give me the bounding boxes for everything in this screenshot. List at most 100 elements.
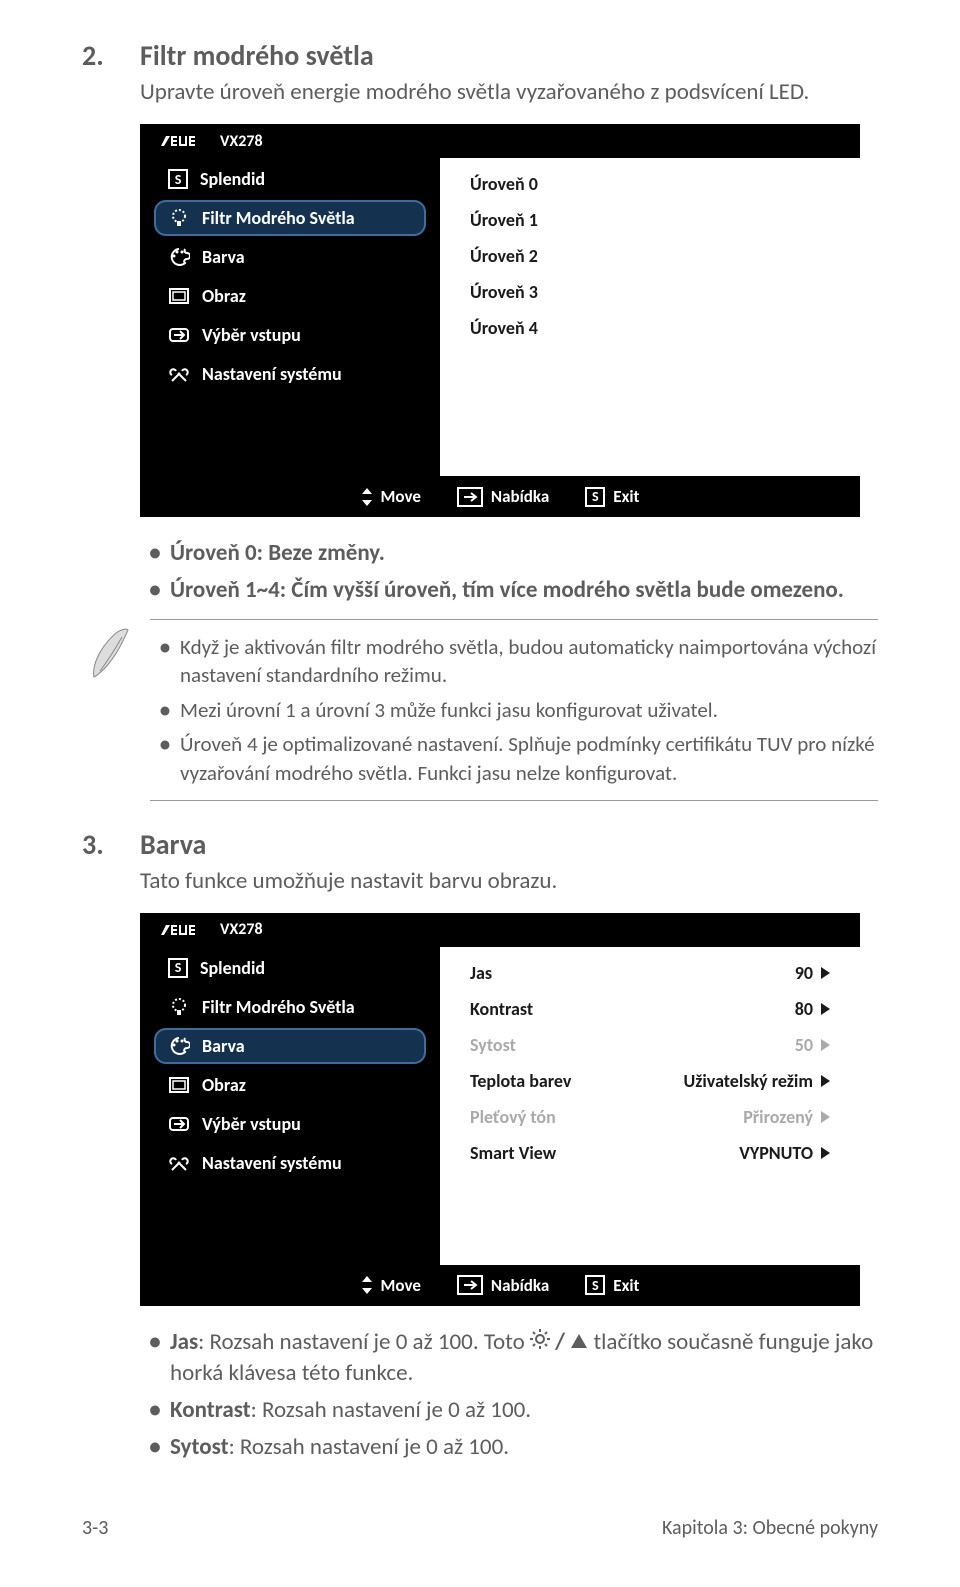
chevron-right-icon	[821, 1039, 830, 1051]
section-desc: Tato funkce umožňuje nastavit barvu obra…	[140, 866, 878, 897]
osd-option-row: Úroveň 2	[448, 238, 852, 274]
chevron-right-icon	[821, 1075, 830, 1087]
palette-icon	[168, 1035, 190, 1057]
footer-menu: Nabídka	[491, 486, 549, 507]
menu-item-label: Nastavení systému	[202, 363, 342, 385]
bullet-text: Jas: Rozsah nastavení je 0 až 100. Toto …	[170, 1327, 878, 1389]
option-value: 80	[795, 998, 813, 1020]
bullet-text: Úroveň 1~4: Čím vyšší úroveň, tím více m…	[170, 575, 878, 606]
osd-option-row: Smart ViewVYPNUTO	[448, 1135, 852, 1171]
option-label: Úroveň 2	[470, 245, 830, 267]
tools-icon	[168, 1152, 190, 1174]
note-bullet: Mezi úrovní 1 a úrovní 3 může funkci jas…	[180, 696, 878, 724]
bullet-text: Úroveň 0: Beze změny.	[170, 538, 878, 569]
osd-option-row: Jas90	[448, 955, 852, 991]
option-label: Úroveň 3	[470, 281, 830, 303]
option-label: Pleťový tón	[470, 1106, 743, 1128]
option-value: Přirozený	[743, 1106, 813, 1128]
option-value: VYPNUTO	[739, 1142, 813, 1164]
chevron-right-icon	[821, 967, 830, 979]
color-description-list: • Jas: Rozsah nastavení je 0 až 100. Tot…	[140, 1324, 878, 1466]
input-icon	[168, 1113, 190, 1135]
note-block: •Když je aktivován filtr modrého světla,…	[86, 619, 878, 801]
osd-model: VX278	[220, 132, 263, 151]
section-number: 2.	[82, 38, 112, 73]
osd-menu-item: Filtr Modrého Světla	[154, 989, 426, 1025]
menu-item-label: Výběr vstupu	[202, 1113, 301, 1135]
osd-menu: SSplendidFiltr Modrého SvětlaBarvaObrazV…	[140, 947, 440, 1265]
osd-header: VX278	[140, 124, 860, 158]
note-bullet: Když je aktivován filtr modrého světla, …	[180, 633, 878, 690]
osd-footer: Move Nabídka S Exit	[140, 476, 860, 517]
osd-footer: Move Nabídka S Exit	[140, 1265, 860, 1306]
option-label: Úroveň 0	[470, 173, 830, 195]
osd-option-row: Úroveň 1	[448, 202, 852, 238]
section-2-header: 2. Filtr modrého světla	[82, 38, 878, 73]
osd-option-row: Úroveň 3	[448, 274, 852, 310]
up-triangle-icon	[570, 1333, 588, 1349]
footer-menu: Nabídka	[491, 1275, 549, 1296]
osd-menu-item: SSplendid	[154, 161, 426, 197]
s-icon: S	[168, 958, 188, 978]
palette-icon	[168, 246, 190, 268]
page-number: 3-3	[82, 1516, 108, 1540]
note-bullet: Úroveň 4 je optimalizované nastavení. Sp…	[180, 730, 878, 787]
osd-option-row: Úroveň 0	[448, 166, 852, 202]
bulb-icon	[168, 996, 190, 1018]
osd-menu-item: Výběr vstupu	[154, 317, 426, 353]
image-icon	[168, 1074, 190, 1096]
osd-options: Jas90Kontrast80Sytost50Teplota barevUživ…	[440, 947, 860, 1265]
menu-item-label: Barva	[202, 246, 245, 268]
menu-item-label: Výběr vstupu	[202, 324, 301, 346]
osd-option-row: Pleťový tónPřirozený	[448, 1099, 852, 1135]
osd-menu-item: Barva	[154, 1028, 426, 1064]
section-3-header: 3. Barva	[82, 827, 878, 862]
asus-logo-icon	[160, 924, 210, 936]
bulb-icon	[168, 207, 190, 229]
osd-menu-item: Filtr Modrého Světla	[154, 200, 426, 236]
option-value: 90	[795, 962, 813, 984]
chevron-right-icon	[821, 1111, 830, 1123]
option-label: Jas	[470, 962, 795, 984]
section-desc: Upravte úroveň energie modrého světla vy…	[140, 77, 878, 108]
menu-item-label: Filtr Modrého Světla	[202, 996, 355, 1018]
menu-item-label: Filtr Modrého Světla	[202, 207, 355, 229]
osd-menu-item: Nastavení systému	[154, 1145, 426, 1181]
updown-arrow-icon	[361, 488, 373, 506]
osd-menu-item: Barva	[154, 239, 426, 275]
osd-options: Úroveň 0 Úroveň 1 Úroveň 2 Úroveň 3 Úroveň 4	[440, 158, 860, 476]
menu-item-label: Splendid	[200, 168, 265, 190]
image-icon	[168, 285, 190, 307]
osd-option-row: Teplota barevUživatelský režim	[448, 1063, 852, 1099]
option-label: Smart View	[470, 1142, 739, 1164]
option-label: Úroveň 4	[470, 317, 830, 339]
level-description-list: •Úroveň 0: Beze změny. •Úroveň 1~4: Čím …	[140, 535, 878, 609]
chevron-right-icon	[821, 1003, 830, 1015]
osd-menu-item: Výběr vstupu	[154, 1106, 426, 1142]
section-number: 3.	[82, 827, 112, 862]
bullet-item: Úroveň 1~4: Čím vyšší úroveň, tím více m…	[170, 576, 844, 604]
menu-button-icon	[457, 487, 483, 507]
osd-screenshot-1: VX278 SSplendidFiltr Modrého SvětlaBarva…	[140, 124, 860, 517]
option-label: Sytost	[470, 1034, 795, 1056]
menu-item-label: Splendid	[200, 957, 265, 979]
osd-screenshot-2: VX278 S Splendid Filtr Modrého Světla Barva…	[140, 913, 860, 1306]
brightness-icon	[530, 1329, 550, 1349]
osd-option-row: Sytost50	[448, 1027, 852, 1063]
s-button-icon: S	[585, 487, 605, 507]
tools-icon	[168, 363, 190, 385]
osd-header: VX278	[140, 913, 860, 947]
option-label: Úroveň 1	[470, 209, 830, 231]
osd-menu: SSplendidFiltr Modrého SvětlaBarvaObrazV…	[140, 158, 440, 476]
osd-model: VX278	[220, 920, 263, 939]
bullet-item: Úroveň 0: Beze změny.	[170, 539, 385, 567]
option-label: Teplota barev	[470, 1070, 683, 1092]
osd-menu-item: S Splendid	[154, 950, 426, 986]
input-icon	[168, 324, 190, 346]
footer-exit: Exit	[613, 1275, 639, 1296]
updown-arrow-icon	[361, 1276, 373, 1294]
bullet-text: Sytost: Rozsah nastavení je 0 až 100.	[170, 1432, 878, 1463]
menu-item-label: Nastavení systému	[202, 1152, 342, 1174]
chevron-right-icon	[821, 1147, 830, 1159]
footer-move: Move	[381, 486, 421, 507]
